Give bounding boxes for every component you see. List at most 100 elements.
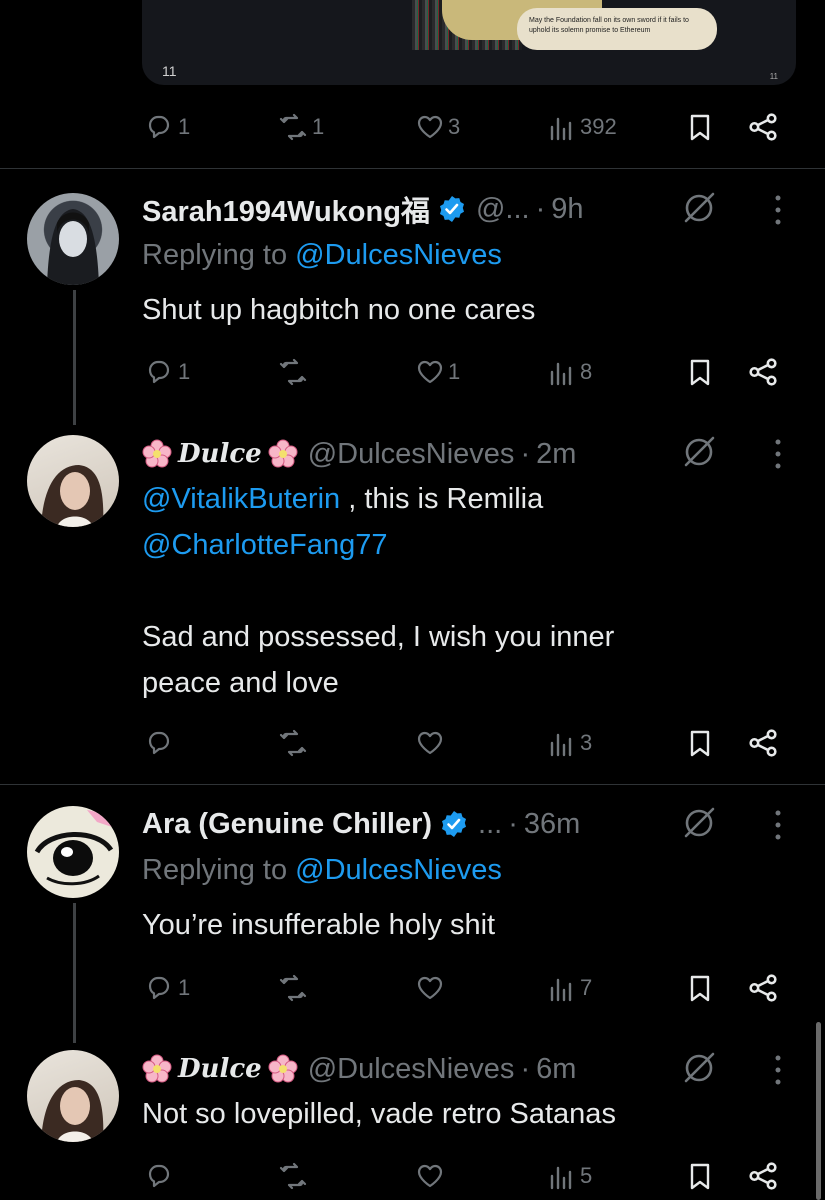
- replying-to-mention[interactable]: @DulcesNieves: [295, 239, 502, 271]
- views-button[interactable]: 7: [548, 968, 592, 1008]
- author-handle[interactable]: @...: [476, 193, 530, 226]
- grok-icon[interactable]: [682, 1050, 718, 1086]
- bookmark-button[interactable]: [686, 107, 714, 147]
- repost-button[interactable]: [278, 723, 308, 763]
- post-text-line: @VitalikButerin , this is Remilia: [142, 476, 782, 522]
- heart-icon: [417, 976, 443, 1000]
- views-icon: [550, 1166, 572, 1190]
- avatar[interactable]: [27, 806, 119, 898]
- reply-button[interactable]: [146, 723, 174, 763]
- author-handle[interactable]: @DulcesNieves: [308, 1053, 515, 1086]
- share-icon: [749, 1162, 777, 1190]
- views-button[interactable]: 8: [548, 352, 592, 392]
- bookmark-icon: [690, 114, 710, 141]
- like-button[interactable]: [416, 968, 444, 1008]
- post-time[interactable]: 36m: [524, 808, 580, 841]
- author-name[interactable]: Dulce: [178, 1054, 262, 1084]
- repost-icon: [279, 1162, 307, 1190]
- author-handle[interactable]: @DulcesNieves: [308, 438, 515, 471]
- share-button[interactable]: [748, 1156, 778, 1196]
- avatar[interactable]: [27, 1050, 119, 1142]
- like-button[interactable]: [416, 1156, 444, 1196]
- reply-button[interactable]: [146, 1156, 174, 1196]
- mention-link[interactable]: @VitalikButerin: [142, 483, 340, 515]
- verified-icon: [440, 810, 468, 838]
- grok-icon[interactable]: [682, 805, 718, 841]
- author-name[interactable]: Ara (Genuine Chiller): [142, 808, 432, 841]
- post-actions: 3: [142, 723, 782, 763]
- post-time[interactable]: 9h: [551, 193, 583, 226]
- separator-dot: ·: [508, 807, 518, 840]
- repost-button[interactable]: 1: [278, 107, 324, 147]
- more-options-icon[interactable]: [768, 192, 788, 228]
- reply-button[interactable]: 1: [146, 968, 190, 1008]
- view-count: 5: [580, 1163, 593, 1188]
- share-button[interactable]: [748, 723, 778, 763]
- views-icon: [550, 733, 572, 757]
- like-button[interactable]: [416, 723, 444, 763]
- like-button[interactable]: 3: [416, 107, 460, 147]
- media-counter: 11: [162, 63, 177, 79]
- separator-dot: ·: [535, 192, 546, 225]
- repost-icon: [279, 729, 307, 757]
- avatar-art: [47, 209, 99, 285]
- bookmark-button[interactable]: [686, 1156, 714, 1196]
- heart-icon: [417, 731, 443, 755]
- like-count: 3: [448, 114, 461, 139]
- repost-icon: [279, 358, 307, 386]
- view-count: 8: [580, 359, 593, 384]
- avatar[interactable]: [27, 193, 119, 285]
- views-button[interactable]: 5: [548, 1156, 592, 1196]
- post-media-card[interactable]: May the Foundation fall on its own sword…: [142, 0, 796, 85]
- divider: [0, 784, 825, 785]
- author-name[interactable]: Dulce: [178, 439, 262, 469]
- thread-line: [73, 903, 76, 1043]
- post-text: @VitalikButerin , this is Remilia @Charl…: [142, 476, 782, 706]
- more-options-icon[interactable]: [768, 1052, 788, 1088]
- repost-button[interactable]: [278, 968, 308, 1008]
- reply-icon: [148, 976, 170, 1000]
- post-text: Not so lovepilled, vade retro Satanas: [142, 1098, 616, 1130]
- mention-link[interactable]: @CharlotteFang77: [142, 529, 387, 561]
- post-time[interactable]: 6m: [536, 1053, 576, 1086]
- author-name[interactable]: Sarah1994Wukong福: [142, 188, 430, 230]
- reply-count: 1: [178, 114, 191, 139]
- reply-icon: [148, 115, 170, 139]
- views-button[interactable]: 392: [548, 107, 617, 147]
- bookmark-button[interactable]: [686, 352, 714, 392]
- bookmark-icon: [690, 359, 710, 386]
- post-header: Dulce @DulcesNieves · 2m: [142, 434, 576, 474]
- repost-button[interactable]: [278, 1156, 308, 1196]
- grok-icon[interactable]: [682, 434, 718, 470]
- like-button[interactable]: 1: [416, 352, 460, 392]
- reply-button[interactable]: 1: [146, 107, 190, 147]
- replying-to-mention[interactable]: @DulcesNieves: [295, 854, 502, 886]
- share-button[interactable]: [748, 968, 778, 1008]
- repost-icon: [279, 974, 307, 1002]
- flower-icon: [268, 1054, 298, 1083]
- scrollbar[interactable]: [816, 1022, 821, 1200]
- post-header: Dulce @DulcesNieves · 6m: [142, 1049, 576, 1089]
- bookmark-button[interactable]: [686, 968, 714, 1008]
- post-time[interactable]: 2m: [536, 438, 576, 471]
- bookmark-button[interactable]: [686, 723, 714, 763]
- media-speech-bubble: May the Foundation fall on its own sword…: [517, 8, 717, 50]
- more-options-icon[interactable]: [768, 807, 788, 843]
- reply-button[interactable]: 1: [146, 352, 190, 392]
- reply-icon: [148, 360, 170, 384]
- post-text: Shut up hagbitch no one cares: [142, 294, 536, 326]
- thread-line: [73, 290, 76, 425]
- share-button[interactable]: [748, 352, 778, 392]
- avatar[interactable]: [27, 435, 119, 527]
- avatar-art: [41, 1080, 104, 1142]
- repost-button[interactable]: [278, 352, 308, 392]
- views-button[interactable]: 3: [548, 723, 592, 763]
- share-button[interactable]: [748, 107, 778, 147]
- author-handle[interactable]: ...: [478, 808, 502, 841]
- separator-dot: ·: [520, 437, 531, 470]
- bookmark-icon: [690, 975, 710, 1002]
- grok-icon[interactable]: [682, 190, 718, 226]
- bookmark-icon: [690, 730, 710, 757]
- post-header: Ara (Genuine Chiller) ... · 36m: [142, 804, 580, 844]
- more-options-icon[interactable]: [768, 436, 788, 472]
